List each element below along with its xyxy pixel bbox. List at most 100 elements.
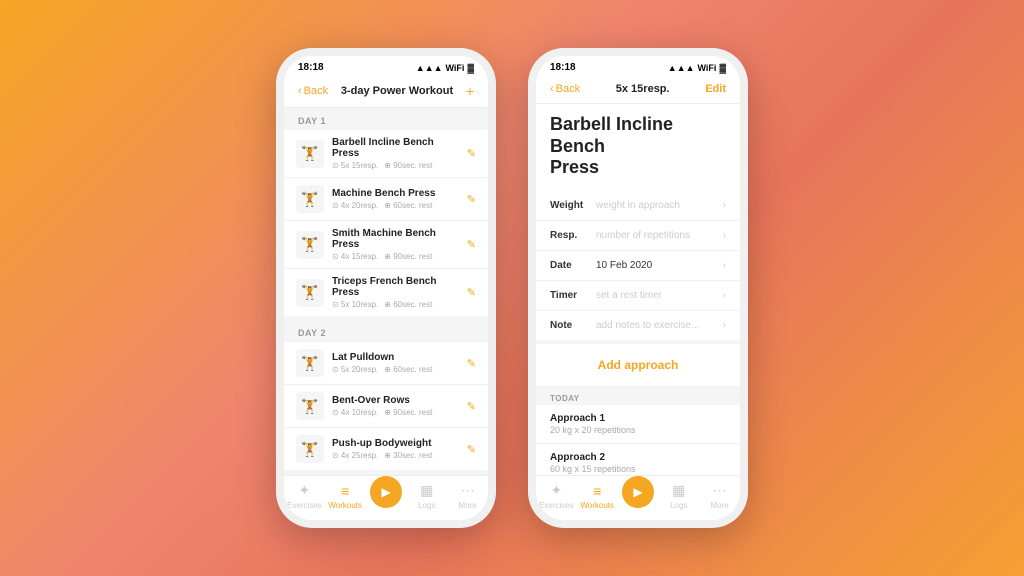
timer-row[interactable]: Timer set a rest timer › — [536, 281, 740, 311]
edit-icon-3[interactable]: ✎ — [467, 238, 476, 251]
exercises-icon-2: ✦ — [551, 482, 563, 499]
note-label: Note — [550, 320, 596, 331]
exercise-info-2: Machine Bench Press ⊙ 4x 20resp. ⊕ 60sec… — [332, 188, 459, 210]
tab-more-1[interactable]: ⋯ More — [450, 482, 486, 510]
exercise-title: Barbell Incline BenchPress — [550, 114, 726, 179]
edit-icon-5[interactable]: ✎ — [467, 357, 476, 370]
tab-bar-2: ✦ Exercises ≡ Workouts ▶ ▦ Logs ⋯ More — [536, 475, 740, 520]
exercises-icon-1: ✦ — [299, 482, 311, 499]
back-button-1[interactable]: ‹ Back — [298, 85, 328, 97]
tab-more-2[interactable]: ⋯ More — [702, 482, 738, 510]
more-icon-1: ⋯ — [461, 482, 475, 499]
today-label: TODAY — [536, 388, 740, 405]
signal-icon-2: ▲▲▲ — [668, 63, 695, 73]
tab-exercises-2[interactable]: ✦ Exercises — [538, 482, 574, 510]
exercise-info-1: Barbell Incline Bench Press ⊙ 5x 15resp.… — [332, 137, 459, 170]
note-chevron: › — [723, 320, 726, 331]
tab-play-1[interactable]: ▶ — [368, 484, 404, 508]
tab-logs-2[interactable]: ▦ Logs — [661, 482, 697, 510]
exercise-icon-2: 🏋 — [296, 185, 324, 213]
workouts-icon-1: ≡ — [341, 483, 349, 499]
play-button-1[interactable]: ▶ — [370, 476, 402, 508]
tab-logs-1[interactable]: ▦ Logs — [409, 482, 445, 510]
add-approach-button[interactable]: Add approach — [536, 344, 740, 386]
tab-workouts-2[interactable]: ≡ Workouts — [579, 483, 615, 510]
back-chevron-2: ‹ — [550, 83, 554, 95]
edit-icon-7[interactable]: ✎ — [467, 443, 476, 456]
weight-row[interactable]: Weight weight in approach › — [536, 191, 740, 221]
tab-workouts-1[interactable]: ≡ Workouts — [327, 483, 363, 510]
exercise-rest-4: ⊕ 60sec. rest — [384, 300, 432, 309]
tab-exercises-1[interactable]: ✦ Exercises — [286, 482, 322, 510]
exercise-list-day1: 🏋 Barbell Incline Bench Press ⊙ 5x 15res… — [284, 130, 488, 316]
date-row[interactable]: Date 10 Feb 2020 › — [536, 251, 740, 281]
exercise-rest-7: ⊕ 30sec. rest — [384, 451, 432, 460]
exercise-icon-3: 🏋 — [296, 231, 324, 259]
time-1: 18:18 — [298, 62, 324, 73]
workouts-icon-2: ≡ — [593, 483, 601, 499]
exercise-name-6: Bent-Over Rows — [332, 395, 459, 406]
exercise-rest-2: ⊕ 60sec. rest — [384, 201, 432, 210]
today-section: TODAY Approach 1 20 kg x 20 repetitions … — [536, 388, 740, 475]
exercise-item-machine-bench[interactable]: 🏋 Machine Bench Press ⊙ 4x 20resp. ⊕ 60s… — [284, 178, 488, 221]
exercise-sets-7: ⊙ 4x 25resp. — [332, 451, 378, 460]
edit-icon-4[interactable]: ✎ — [467, 286, 476, 299]
edit-icon-6[interactable]: ✎ — [467, 400, 476, 413]
back-button-2[interactable]: ‹ Back — [550, 83, 580, 95]
back-label-1: Back — [304, 85, 328, 97]
exercise-name-4: Triceps French Bench Press — [332, 276, 459, 298]
timer-chevron: › — [723, 290, 726, 301]
tab-more-label-2: More — [710, 501, 728, 510]
exercise-item-pushup[interactable]: 🏋 Push-up Bodyweight ⊙ 4x 25resp. ⊕ 30se… — [284, 428, 488, 470]
edit-button-2[interactable]: Edit — [705, 83, 726, 95]
tab-logs-label-1: Logs — [418, 501, 435, 510]
back-chevron-1: ‹ — [298, 85, 302, 97]
exercise-sets-5: ⊙ 5x 20resp. — [332, 365, 378, 374]
approach-item-1[interactable]: Approach 1 20 kg x 20 repetitions — [536, 405, 740, 444]
exercise-item-barbell-incline[interactable]: 🏋 Barbell Incline Bench Press ⊙ 5x 15res… — [284, 130, 488, 178]
exercise-meta-2: ⊙ 4x 20resp. ⊕ 60sec. rest — [332, 201, 459, 210]
note-row[interactable]: Note add notes to exercise... › — [536, 311, 740, 340]
add-approach-label: Add approach — [598, 358, 679, 372]
exercise-meta-5: ⊙ 5x 20resp. ⊕ 60sec. rest — [332, 365, 459, 374]
resp-row[interactable]: Resp. number of repetitions › — [536, 221, 740, 251]
exercise-name-1: Barbell Incline Bench Press — [332, 137, 459, 159]
exercise-sets-3: ⊙ 4x 15resp. — [332, 252, 378, 261]
edit-icon-1[interactable]: ✎ — [467, 147, 476, 160]
day1-label: DAY 1 — [284, 108, 488, 130]
weight-label: Weight — [550, 200, 596, 211]
nav-bar-1: ‹ Back 3-day Power Workout + — [284, 77, 488, 108]
exercise-meta-7: ⊙ 4x 25resp. ⊕ 30sec. rest — [332, 451, 459, 460]
edit-icon-2[interactable]: ✎ — [467, 193, 476, 206]
back-label-2: Back — [556, 83, 580, 95]
add-button-1[interactable]: + — [466, 83, 474, 99]
exercise-item-triceps-french[interactable]: 🏋 Triceps French Bench Press ⊙ 5x 10resp… — [284, 269, 488, 316]
tab-play-2[interactable]: ▶ — [620, 484, 656, 508]
wifi-icon-1: WiFi — [446, 63, 465, 73]
resp-label: Resp. — [550, 230, 596, 241]
resp-chevron: › — [723, 230, 726, 241]
exercise-rest-3: ⊕ 90sec. rest — [384, 252, 432, 261]
exercise-rest-6: ⊕ 90sec. rest — [384, 408, 432, 417]
approach-item-2[interactable]: Approach 2 60 kg x 15 repetitions — [536, 444, 740, 475]
exercise-meta-3: ⊙ 4x 15resp. ⊕ 90sec. rest — [332, 252, 459, 261]
play-button-2[interactable]: ▶ — [622, 476, 654, 508]
exercise-icon-4: 🏋 — [296, 279, 324, 307]
content-2: Barbell Incline BenchPress Weight weight… — [536, 104, 740, 475]
exercise-icon-1: 🏋 — [296, 140, 324, 168]
nav-bar-2: ‹ Back 5x 15resp. Edit — [536, 77, 740, 104]
exercise-sets-4: ⊙ 5x 10resp. — [332, 300, 378, 309]
nav-title-2: 5x 15resp. — [616, 83, 670, 95]
weight-value: weight in approach — [596, 200, 723, 211]
exercise-item-smith-machine[interactable]: 🏋 Smith Machine Bench Press ⊙ 4x 15resp.… — [284, 221, 488, 269]
exercise-item-lat-pulldown[interactable]: 🏋 Lat Pulldown ⊙ 5x 20resp. ⊕ 60sec. res… — [284, 342, 488, 385]
date-chevron: › — [723, 260, 726, 271]
content-1: DAY 1 🏋 Barbell Incline Bench Press ⊙ 5x… — [284, 108, 488, 475]
approach-detail-1: 20 kg x 20 repetitions — [550, 425, 726, 435]
exercise-name-3: Smith Machine Bench Press — [332, 228, 459, 250]
exercise-item-bent-over-rows[interactable]: 🏋 Bent-Over Rows ⊙ 4x 10resp. ⊕ 90sec. r… — [284, 385, 488, 428]
battery-icon-1: ▓ — [467, 63, 474, 73]
tab-exercises-label-1: Exercises — [287, 501, 322, 510]
status-icons-2: ▲▲▲ WiFi ▓ — [668, 63, 726, 73]
tab-workouts-label-1: Workouts — [328, 501, 362, 510]
